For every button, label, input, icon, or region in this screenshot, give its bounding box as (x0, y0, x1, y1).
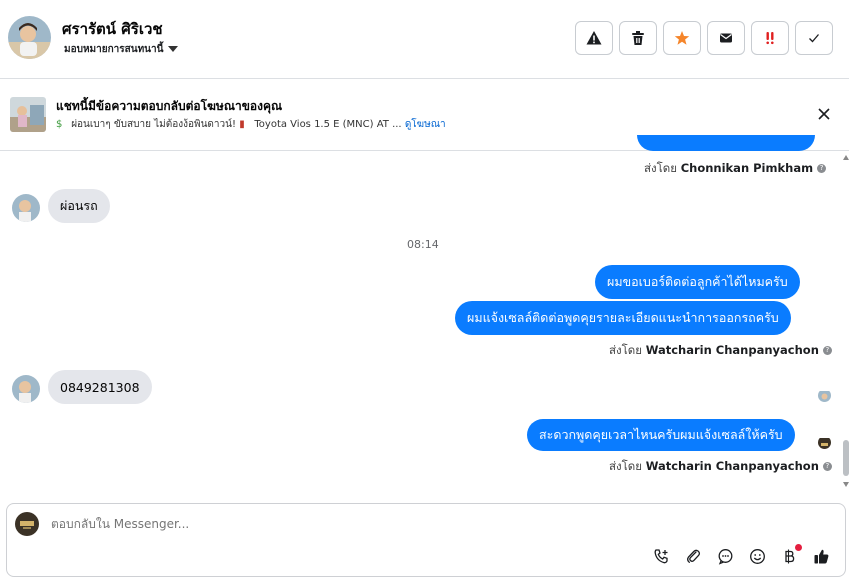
sender-name: Chonnikan Pimkham (680, 161, 814, 175)
car-icon: ▮ (239, 119, 245, 130)
page-avatar (15, 512, 39, 536)
message-bubble-outgoing[interactable]: สะดวกพูดคุยเวลาไหนครับผมแจ้งเซลล์ให้ครับ (527, 419, 795, 451)
trash-icon (632, 31, 644, 45)
ad-subtitle-text-1: ผ่อนเบาๆ ขับสบาย ไม่ต้องง้อพินดาวน์! (71, 119, 236, 130)
double-exclamation-icon (766, 32, 774, 45)
assign-conversation-dropdown[interactable]: มอบหมายการสนทนานี้ (64, 42, 179, 57)
message-scrollbar[interactable] (842, 151, 849, 501)
check-icon (809, 34, 819, 43)
delete-button[interactable] (619, 21, 657, 55)
help-icon[interactable]: ? (822, 462, 832, 471)
contact-avatar-small (12, 194, 40, 222)
call-add-button[interactable] (651, 546, 671, 566)
notification-dot (795, 544, 802, 551)
chat-bubble-icon (718, 548, 732, 565)
header-actions (575, 21, 833, 55)
messenger-conversation: ศรารัตน์ ศิริเวช มอบหมายการสนทนานี้ แชทน… (0, 0, 849, 582)
contact-name[interactable]: ศรารัตน์ ศิริเวช (62, 17, 163, 41)
ad-thumbnail[interactable] (10, 97, 46, 132)
sender-name: Watcharin Chanpanyachon (645, 459, 819, 473)
saved-replies-button[interactable] (715, 546, 735, 566)
thumbs-up-icon (814, 549, 828, 563)
emoji-icon (749, 548, 765, 564)
follow-up-button[interactable] (751, 21, 789, 55)
close-icon (818, 108, 830, 120)
like-button[interactable] (811, 546, 831, 566)
star-button[interactable] (663, 21, 701, 55)
attach-button[interactable] (683, 546, 703, 566)
ad-banner-subtitle: $ ผ่อนเบาๆ ขับสบาย ไม่ต้องง้อพินดาวน์! ▮… (56, 117, 446, 132)
sent-by-label: ส่งโดย Watcharin Chanpanyachon? (609, 342, 832, 360)
sent-by-label: ส่งโดย Chonnikan Pimkham? (644, 160, 827, 178)
mark-unread-button[interactable] (707, 21, 745, 55)
view-ad-link[interactable]: ดูโฆษณา (405, 119, 446, 130)
contact-avatar[interactable] (8, 16, 51, 59)
contact-avatar-small (12, 375, 40, 403)
message-bubble-outgoing[interactable]: ผมขอเบอร์ติดต่อลูกค้าได้ไหมครับ (595, 265, 800, 299)
message-timestamp: 08:14 (407, 238, 439, 251)
assign-label: มอบหมายการสนทนานี้ (64, 44, 164, 55)
emoji-button[interactable] (747, 546, 767, 566)
money-icon: $ (56, 119, 63, 130)
paperclip-icon (686, 549, 700, 563)
message-bubble-incoming[interactable]: ผ่อนรถ (48, 189, 110, 223)
baht-icon (784, 549, 794, 563)
call-add-icon (654, 548, 668, 563)
page-avatar (818, 436, 831, 449)
sent-by-label: ส่งโดย Watcharin Chanpanyachon? (609, 458, 832, 476)
read-receipt-avatar (818, 389, 831, 402)
star-icon (674, 31, 690, 45)
scroll-up-arrow-icon[interactable] (843, 155, 849, 160)
envelope-icon (720, 33, 732, 43)
ad-banner-title: แชทนี้มีข้อความตอบกลับต่อโฆษณาของคุณ (56, 99, 283, 113)
close-banner-button[interactable] (814, 104, 834, 124)
scrollbar-thumb[interactable] (843, 440, 849, 476)
message-bubble-outgoing-partial (637, 135, 815, 151)
report-spam-button[interactable] (575, 21, 613, 55)
reply-input[interactable] (51, 517, 551, 531)
sender-name: Watcharin Chanpanyachon (645, 343, 819, 357)
mark-done-button[interactable] (795, 21, 833, 55)
help-icon[interactable]: ? (822, 346, 832, 355)
payment-button[interactable] (779, 544, 802, 566)
warning-icon (586, 31, 602, 45)
scroll-down-arrow-icon[interactable] (843, 482, 849, 487)
ad-subtitle-text-2: Toyota Vios 1.5 E (MNC) AT ... (254, 119, 402, 130)
conversation-header: ศรารัตน์ ศิริเวช มอบหมายการสนทนานี้ (0, 0, 849, 79)
message-bubble-outgoing[interactable]: ผมแจ้งเซลล์ติดต่อพูดคุยรายละเอียดแนะนำกา… (455, 301, 791, 335)
message-bubble-incoming[interactable]: 0849281308 (48, 370, 152, 404)
help-icon[interactable]: ? (817, 164, 827, 173)
caret-down-icon (168, 46, 179, 52)
composer-toolbar (651, 544, 831, 566)
